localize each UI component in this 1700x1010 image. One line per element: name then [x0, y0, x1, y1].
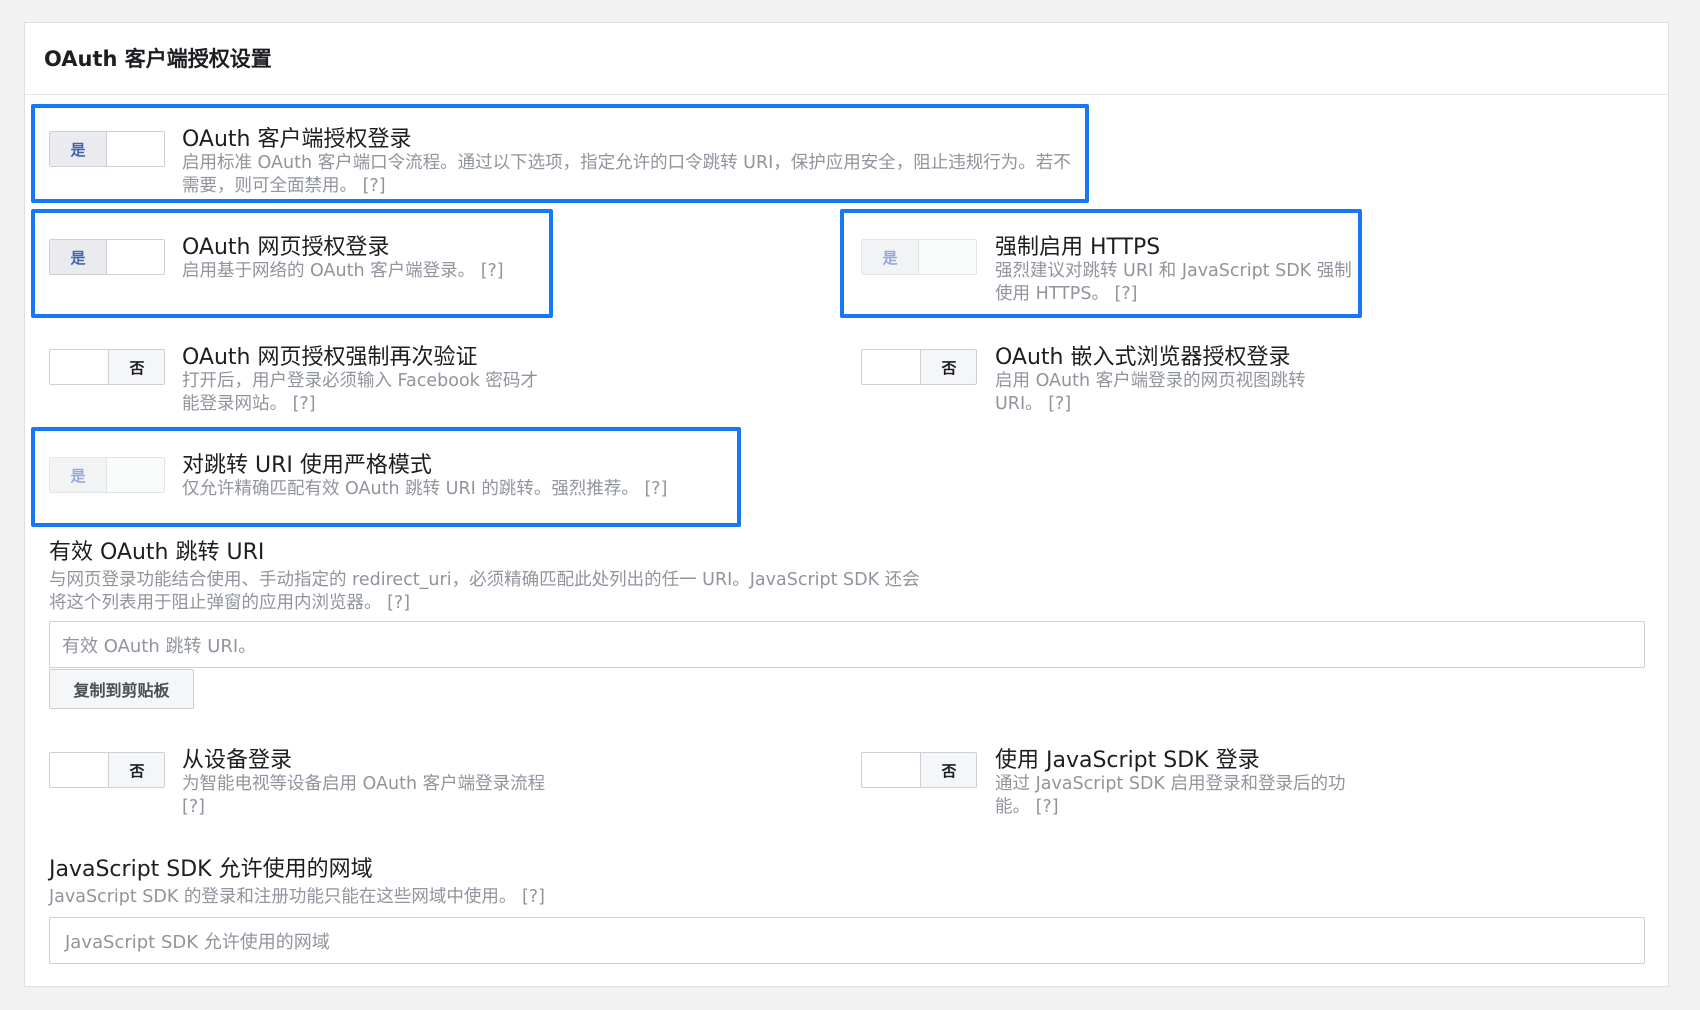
embedded-browser-toggle[interactable]: 否: [861, 349, 977, 385]
redirect-uri-input[interactable]: 有效 OAuth 跳转 URI。: [49, 621, 1645, 668]
js-domains-desc-text: JavaScript SDK 的登录和注册功能只能在这些网域中使用。: [49, 887, 517, 907]
copy-to-clipboard-button[interactable]: 复制到剪贴板: [49, 669, 194, 709]
strict-mode-title: 对跳转 URI 使用严格模式: [182, 453, 432, 478]
web-oauth-desc-text: 启用基于网络的 OAuth 客户端登录。: [182, 261, 476, 281]
help-link[interactable]: [?]: [1048, 394, 1071, 414]
toggle-no-label: 否: [920, 753, 976, 787]
js-sdk-login-title: 使用 JavaScript SDK 登录: [995, 748, 1260, 773]
web-oauth-desc: 启用基于网络的 OAuth 客户端登录。 [?]: [182, 260, 562, 283]
toggle-blank: [107, 132, 164, 166]
toggle-blank: [862, 350, 919, 384]
toggle-blank: [50, 753, 107, 787]
js-domains-input[interactable]: JavaScript SDK 允许使用的网域: [49, 917, 1645, 964]
help-link[interactable]: [?]: [522, 887, 545, 907]
force-https-title: 强制启用 HTTPS: [995, 235, 1161, 260]
js-domains-desc: JavaScript SDK 的登录和注册功能只能在这些网域中使用。 [?]: [49, 886, 949, 909]
js-sdk-login-desc: 通过 JavaScript SDK 启用登录和登录后的功能。 [?]: [995, 773, 1355, 819]
redirect-uri-desc-text: 与网页登录功能结合使用、手动指定的 redirect_uri，必须精确匹配此处列…: [49, 570, 920, 613]
force-https-toggle[interactable]: 是: [861, 239, 977, 275]
embedded-browser-title: OAuth 嵌入式浏览器授权登录: [995, 345, 1291, 370]
strict-mode-desc: 仅允许精确匹配有效 OAuth 跳转 URI 的跳转。强烈推荐。 [?]: [182, 478, 742, 501]
toggle-no-label: 否: [108, 350, 164, 384]
toggle-blank: [107, 458, 164, 492]
client-oauth-toggle[interactable]: 是: [49, 131, 165, 167]
panel-title: OAuth 客户端授权设置: [44, 47, 272, 71]
redirect-uri-placeholder: 有效 OAuth 跳转 URI。: [62, 635, 257, 657]
toggle-blank: [107, 240, 164, 274]
toggle-yes-label: 是: [50, 458, 107, 492]
client-oauth-desc-text: 启用标准 OAuth 客户端口令流程。通过以下选项，指定允许的口令跳转 URI，…: [182, 153, 1071, 196]
toggle-blank: [50, 350, 107, 384]
redirect-uri-title: 有效 OAuth 跳转 URI: [49, 540, 265, 565]
toggle-yes-label: 是: [50, 240, 107, 274]
panel-header: OAuth 客户端授权设置: [25, 23, 1668, 95]
embedded-browser-desc-text: 启用 OAuth 客户端登录的网页视图跳转 URI。: [995, 371, 1306, 414]
help-link[interactable]: [?]: [363, 176, 386, 196]
help-link[interactable]: [?]: [182, 797, 205, 817]
client-oauth-title: OAuth 客户端授权登录: [182, 127, 412, 152]
help-link[interactable]: [?]: [481, 261, 504, 281]
toggle-no-label: 否: [108, 753, 164, 787]
toggle-no-label: 否: [920, 350, 976, 384]
help-link[interactable]: [?]: [293, 394, 316, 414]
web-reauth-title: OAuth 网页授权强制再次验证: [182, 345, 478, 370]
help-link[interactable]: [?]: [1115, 284, 1138, 304]
strict-mode-desc-text: 仅允许精确匹配有效 OAuth 跳转 URI 的跳转。强烈推荐。: [182, 479, 639, 499]
web-oauth-title: OAuth 网页授权登录: [182, 235, 390, 260]
toggle-blank: [919, 240, 976, 274]
web-reauth-toggle[interactable]: 否: [49, 349, 165, 385]
device-login-desc: 为智能电视等设备启用 OAuth 客户端登录流程 [?]: [182, 773, 562, 819]
js-domains-placeholder: JavaScript SDK 允许使用的网域: [65, 931, 330, 953]
device-login-desc-text: 为智能电视等设备启用 OAuth 客户端登录流程: [182, 774, 546, 794]
force-https-desc: 强烈建议对跳转 URI 和 JavaScript SDK 强制使用 HTTPS。…: [995, 260, 1355, 306]
device-login-toggle[interactable]: 否: [49, 752, 165, 788]
web-reauth-desc-text: 打开后，用户登录必须输入 Facebook 密码才能登录网站。: [182, 371, 538, 414]
client-oauth-desc: 启用标准 OAuth 客户端口令流程。通过以下选项，指定允许的口令跳转 URI，…: [182, 152, 1077, 198]
redirect-uri-desc: 与网页登录功能结合使用、手动指定的 redirect_uri，必须精确匹配此处列…: [49, 569, 929, 615]
toggle-yes-label: 是: [50, 132, 107, 166]
device-login-title: 从设备登录: [182, 748, 293, 773]
toggle-yes-label: 是: [862, 240, 919, 274]
web-reauth-desc: 打开后，用户登录必须输入 Facebook 密码才能登录网站。 [?]: [182, 370, 554, 416]
strict-mode-toggle[interactable]: 是: [49, 457, 165, 493]
force-https-desc-text: 强烈建议对跳转 URI 和 JavaScript SDK 强制使用 HTTPS。: [995, 261, 1352, 304]
js-domains-title: JavaScript SDK 允许使用的网域: [49, 857, 373, 882]
js-sdk-login-toggle[interactable]: 否: [861, 752, 977, 788]
web-oauth-toggle[interactable]: 是: [49, 239, 165, 275]
help-link[interactable]: [?]: [1036, 797, 1059, 817]
embedded-browser-desc: 启用 OAuth 客户端登录的网页视图跳转 URI。 [?]: [995, 370, 1355, 416]
help-link[interactable]: [?]: [387, 593, 410, 613]
toggle-blank: [862, 753, 919, 787]
help-link[interactable]: [?]: [644, 479, 667, 499]
